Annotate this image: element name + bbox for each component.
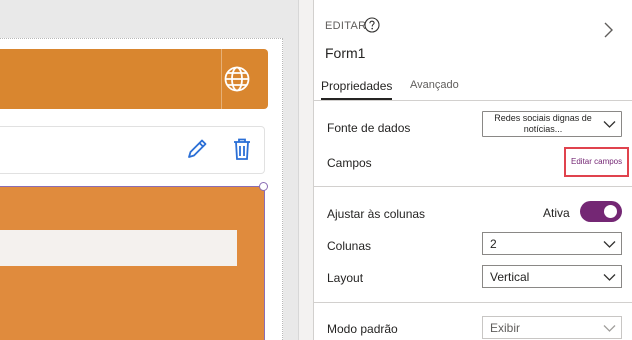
control-name: Form1 xyxy=(325,45,366,61)
pane-divider[interactable] xyxy=(298,0,314,340)
chevron-down-icon xyxy=(603,274,616,281)
chevron-right-icon[interactable] xyxy=(603,22,615,38)
snap-to-columns-label: Ajustar às colunas xyxy=(327,207,426,221)
fields-label: Campos xyxy=(327,156,372,170)
edit-fields-label: Editar campos xyxy=(571,157,623,166)
help-icon[interactable] xyxy=(364,17,380,33)
tab-advanced[interactable]: Avançado xyxy=(410,79,459,91)
trash-icon[interactable] xyxy=(232,137,252,161)
section-divider xyxy=(314,186,632,187)
data-source-dropdown[interactable]: Redes sociais dignas de notícias... xyxy=(482,111,622,137)
layout-label: Layout xyxy=(327,271,364,285)
globe-icon[interactable] xyxy=(223,65,251,93)
resize-handle[interactable] xyxy=(259,182,268,191)
columns-dropdown[interactable]: 2 xyxy=(482,232,622,255)
data-source-label: Fonte de dados xyxy=(327,121,411,135)
chevron-down-icon xyxy=(603,241,616,248)
chevron-down-icon xyxy=(603,121,616,128)
default-mode-dropdown[interactable]: Exibir xyxy=(482,316,622,339)
layout-value: Vertical xyxy=(490,270,530,284)
chevron-down-icon xyxy=(603,325,616,332)
pencil-icon[interactable] xyxy=(186,138,208,160)
data-source-value: Redes sociais dignas de notícias... xyxy=(494,113,592,134)
tab-properties[interactable]: Propriedades xyxy=(321,79,393,100)
gallery-card[interactable] xyxy=(0,126,265,174)
panel-section-label: EDITAR xyxy=(325,20,367,32)
snap-to-columns-toggle[interactable] xyxy=(580,201,622,222)
layout-dropdown[interactable]: Vertical xyxy=(482,265,622,288)
toggle-state-label: Ativa xyxy=(543,206,570,220)
properties-panel: EDITAR Form1 Propriedades Avançado Fonte… xyxy=(313,0,632,340)
toggle-knob xyxy=(604,205,617,218)
tabs-divider xyxy=(314,100,632,101)
default-mode-label: Modo padrão xyxy=(327,322,398,336)
design-canvas xyxy=(0,0,305,340)
columns-label: Colunas xyxy=(327,239,372,253)
default-mode-value: Exibir xyxy=(490,321,521,335)
columns-value: 2 xyxy=(490,237,497,251)
section-divider xyxy=(314,302,632,303)
form-field-input[interactable] xyxy=(0,230,237,266)
header-separator xyxy=(221,49,222,109)
edit-fields-button[interactable]: Editar campos xyxy=(564,147,629,177)
